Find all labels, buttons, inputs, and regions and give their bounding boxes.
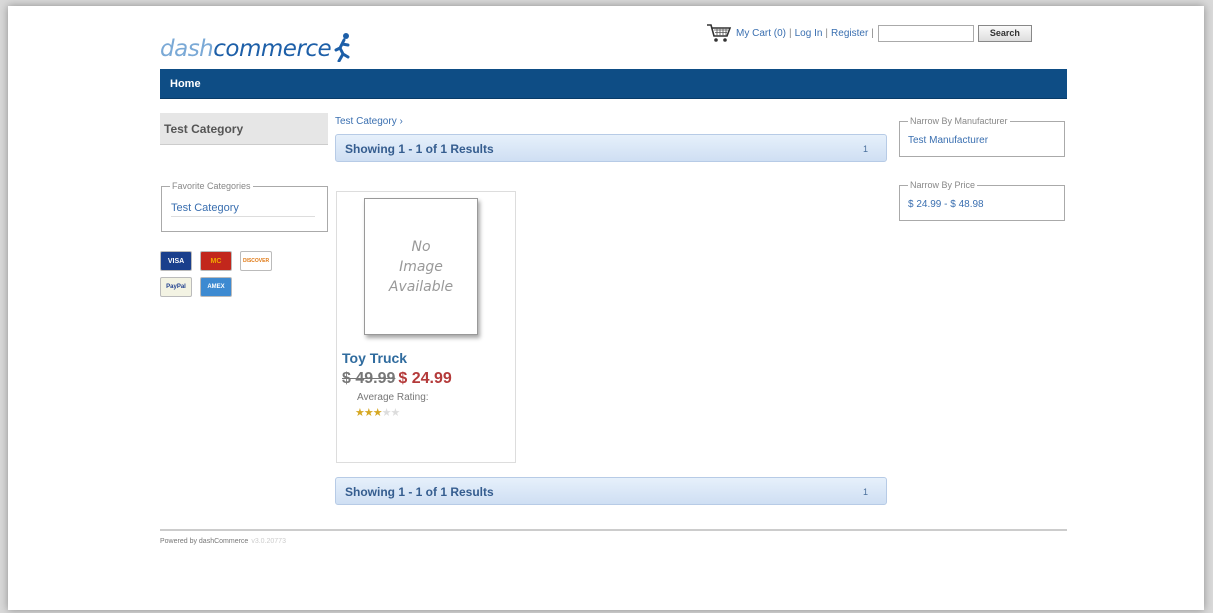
- star-icon: ★: [363, 407, 374, 419]
- store-page: dash commerce My Cart (0) | Log In | Regi…: [8, 6, 1204, 610]
- visa-icon: VISA: [160, 251, 192, 271]
- footer-divider: [160, 529, 1067, 531]
- logo-text-commerce: commerce: [213, 36, 332, 62]
- cart-icon[interactable]: [706, 23, 732, 43]
- narrow-by-price: Narrow By Price $ 24.99 - $ 48.98: [899, 180, 1065, 221]
- product-name[interactable]: Toy Truck: [342, 350, 407, 366]
- results-count: Showing 1 - 1 of 1 Results: [345, 142, 494, 156]
- browser-page: dash commerce My Cart (0) | Log In | Regi…: [8, 6, 1204, 610]
- results-count: Showing 1 - 1 of 1 Results: [345, 485, 494, 499]
- star-icon: ★: [381, 407, 392, 419]
- product-image-placeholder[interactable]: No Image Available: [364, 198, 478, 335]
- manufacturer-filter-link[interactable]: Test Manufacturer: [908, 135, 988, 146]
- main-nav: Home: [160, 69, 1067, 99]
- price-legend: Narrow By Price: [908, 180, 978, 190]
- product-prices: $ 49.99 $ 24.99: [342, 370, 452, 388]
- discover-icon: DISCOVER: [240, 251, 272, 271]
- results-bar-top: Showing 1 - 1 of 1 Results 1: [335, 134, 887, 162]
- footer: Powered by dashCommerce v3.0.20773: [160, 538, 286, 545]
- star-icon: ★: [372, 407, 383, 419]
- price-filter-link[interactable]: $ 24.99 - $ 48.98: [908, 199, 984, 210]
- no-image-text: Available: [388, 278, 454, 295]
- version-text: v3.0.20773: [251, 538, 286, 545]
- search-input[interactable]: [877, 24, 974, 42]
- favorite-categories-legend: Favorite Categories: [170, 181, 253, 191]
- favorite-category-item[interactable]: Test Category: [171, 202, 315, 217]
- no-image-text: No: [411, 238, 431, 255]
- favorite-categories: Favorite Categories Test Category: [161, 181, 328, 232]
- nav-home[interactable]: Home: [170, 78, 201, 90]
- rating-label: Average Rating:: [357, 392, 429, 403]
- sale-price: $ 24.99: [398, 370, 452, 387]
- star-icon: ★: [390, 407, 401, 419]
- manufacturer-legend: Narrow By Manufacturer: [908, 116, 1010, 126]
- pager-page[interactable]: 1: [863, 487, 868, 497]
- rating-stars: ★★★★★: [355, 406, 401, 419]
- cart-link[interactable]: My Cart (0): [736, 28, 786, 39]
- original-price: $ 49.99: [342, 370, 396, 387]
- results-bar-bottom: Showing 1 - 1 of 1 Results 1: [335, 477, 887, 505]
- separator: |: [825, 27, 829, 39]
- breadcrumb[interactable]: Test Category ›: [335, 116, 403, 127]
- register-link[interactable]: Register: [831, 28, 868, 39]
- logo-text-dash: dash: [160, 36, 214, 62]
- star-icon: ★: [355, 407, 365, 419]
- paypal-icon: PayPal: [160, 277, 192, 297]
- site-logo[interactable]: dash commerce: [160, 28, 353, 62]
- category-header[interactable]: Test Category: [160, 113, 328, 145]
- runner-icon: [334, 33, 350, 62]
- login-link[interactable]: Log In: [795, 28, 823, 39]
- mastercard-icon: MC: [200, 251, 232, 271]
- pager-page[interactable]: 1: [863, 144, 868, 154]
- search-button[interactable]: Search: [977, 24, 1032, 42]
- top-links: My Cart (0) | Log In | Register | Search: [706, 22, 1032, 44]
- no-image-text: Image: [399, 258, 443, 275]
- product-card[interactable]: No Image Available Toy Truck $ 49.99 $ 24…: [336, 191, 516, 463]
- separator: |: [871, 27, 874, 39]
- narrow-by-manufacturer: Narrow By Manufacturer Test Manufacturer: [899, 116, 1065, 157]
- amex-icon: AMEX: [200, 277, 232, 297]
- powered-by[interactable]: Powered by dashCommerce: [160, 538, 248, 545]
- separator: |: [789, 27, 792, 39]
